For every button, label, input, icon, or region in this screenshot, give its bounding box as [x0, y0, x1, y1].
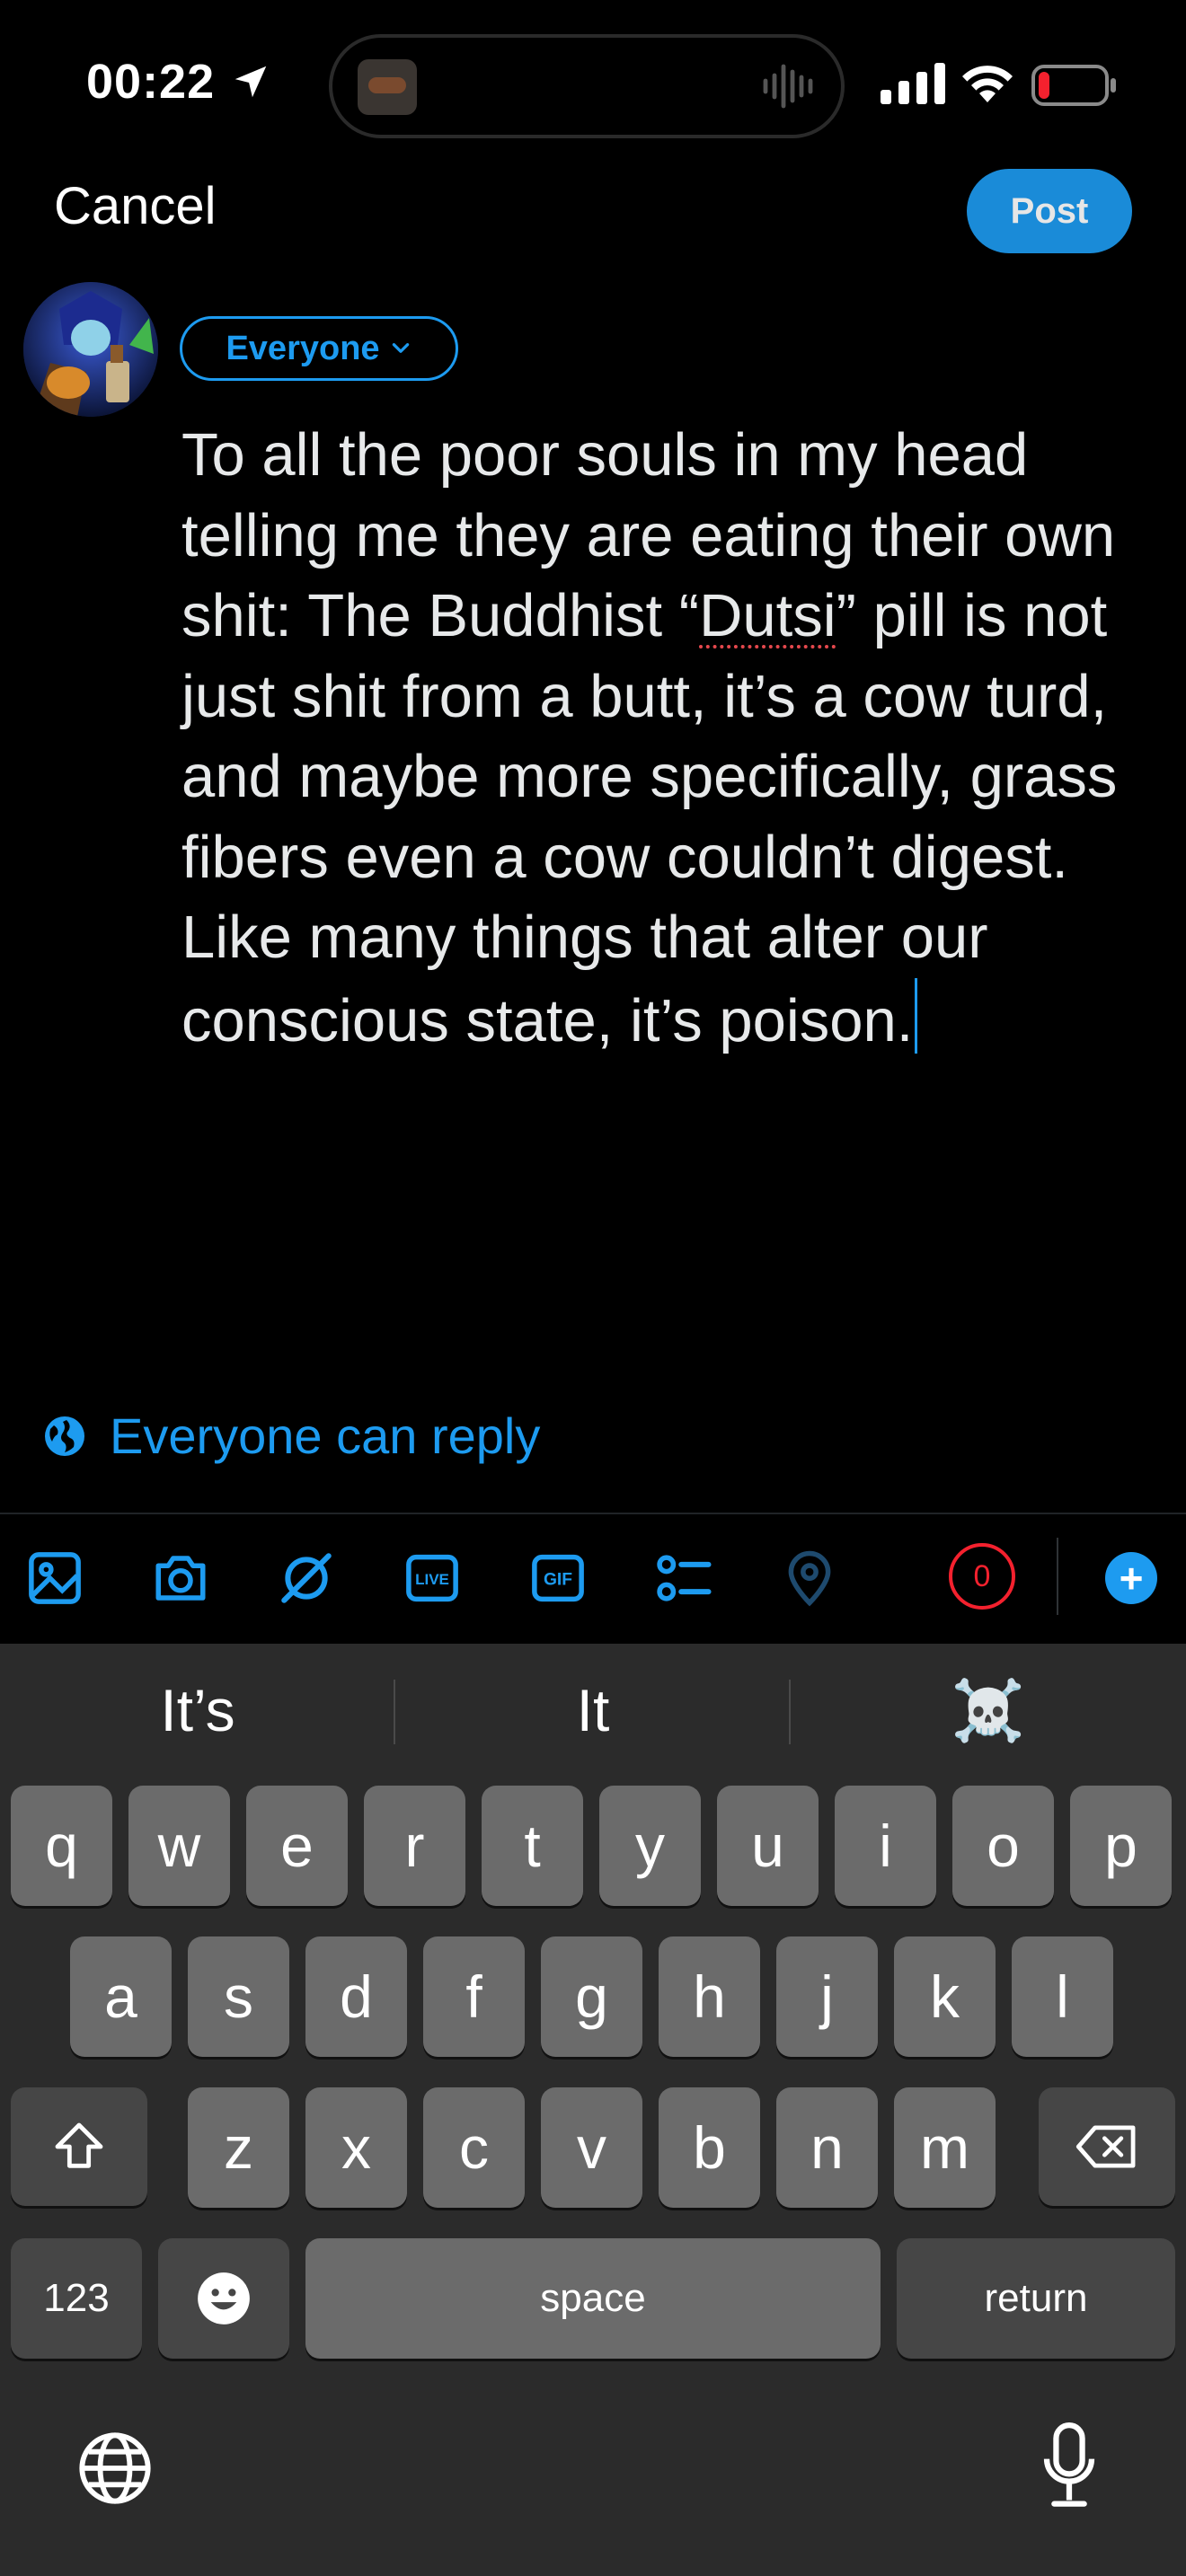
globe-icon[interactable] — [75, 2429, 155, 2508]
backspace-icon — [1075, 2125, 1136, 2168]
key-z[interactable]: z — [188, 2087, 289, 2208]
space-key[interactable]: space — [305, 2238, 881, 2359]
audience-label: Everyone — [226, 329, 380, 367]
location-pin-icon[interactable] — [780, 1548, 839, 1608]
emoji-icon — [198, 2272, 250, 2325]
key-j[interactable]: j — [776, 1936, 878, 2057]
character-counter: 0 — [949, 1543, 1015, 1610]
key-o[interactable]: o — [952, 1786, 1054, 1906]
battery-low-icon — [1031, 65, 1116, 106]
reply-setting-label: Everyone can reply — [110, 1407, 541, 1464]
status-time: 00:22 — [86, 55, 216, 109]
poll-icon[interactable] — [654, 1548, 713, 1608]
now-playing-artwork[interactable] — [358, 59, 417, 115]
key-t[interactable]: t — [482, 1786, 583, 1906]
post-button[interactable]: Post — [967, 169, 1132, 253]
audio-waveform-icon — [763, 64, 813, 109]
toolbar-separator — [1057, 1538, 1058, 1615]
audience-selector-button[interactable]: Everyone — [180, 316, 458, 381]
suggestion-2[interactable]: It — [395, 1676, 791, 1744]
gif-frame: GIF — [532, 1554, 584, 1602]
key-c[interactable]: c — [423, 2087, 525, 2208]
image-icon[interactable] — [25, 1548, 84, 1608]
camera-icon[interactable] — [151, 1548, 210, 1608]
key-p[interactable]: p — [1070, 1786, 1172, 1906]
key-a[interactable]: a — [70, 1936, 172, 2057]
reply-setting-button[interactable]: Everyone can reply — [43, 1407, 540, 1465]
add-post-button[interactable]: + — [1105, 1552, 1157, 1604]
live-frame: LIVE — [406, 1554, 458, 1602]
avatar[interactable] — [23, 282, 158, 417]
live-icon[interactable]: LIVE — [403, 1548, 462, 1608]
key-f[interactable]: f — [423, 1936, 525, 2057]
misspelled-word[interactable]: Dutsi — [699, 582, 836, 649]
gif-icon[interactable]: GIF — [528, 1548, 588, 1608]
key-e[interactable]: e — [246, 1786, 348, 1906]
key-d[interactable]: d — [305, 1936, 407, 2057]
key-v[interactable]: v — [541, 2087, 642, 2208]
key-b[interactable]: b — [659, 2087, 760, 2208]
key-w[interactable]: w — [128, 1786, 230, 1906]
post-text-part: ” pill is not just shit from a butt, it’… — [181, 582, 1118, 1054]
shift-icon — [55, 2122, 103, 2168]
key-u[interactable]: u — [717, 1786, 819, 1906]
key-y[interactable]: y — [599, 1786, 701, 1906]
key-k[interactable]: k — [894, 1936, 996, 2057]
key-m[interactable]: m — [894, 2087, 996, 2208]
text-caret — [915, 977, 918, 1054]
return-key[interactable]: return — [897, 2238, 1175, 2359]
suggestion-3[interactable]: ☠️ — [791, 1676, 1186, 1746]
numbers-key[interactable]: 123 — [11, 2238, 142, 2359]
key-q[interactable]: q — [11, 1786, 112, 1906]
key-s[interactable]: s — [188, 1936, 289, 2057]
suggestion-1[interactable]: It’s — [0, 1676, 395, 1744]
key-h[interactable]: h — [659, 1936, 760, 2057]
chevron-down-icon — [392, 343, 409, 353]
divider — [0, 1513, 1186, 1514]
microphone-icon[interactable] — [1042, 2422, 1096, 2511]
delete-key[interactable] — [1039, 2087, 1175, 2206]
cellular-signal-icon — [881, 63, 945, 104]
grok-icon[interactable] — [277, 1548, 336, 1608]
key-n[interactable]: n — [776, 2087, 878, 2208]
key-r[interactable]: r — [364, 1786, 465, 1906]
live-label: LIVE — [415, 1571, 449, 1588]
emoji-key[interactable] — [158, 2238, 289, 2359]
key-x[interactable]: x — [305, 2087, 407, 2208]
key-i[interactable]: i — [835, 1786, 936, 1906]
wifi-icon — [962, 66, 1013, 102]
location-arrow-icon — [235, 66, 267, 98]
key-g[interactable]: g — [541, 1936, 642, 2057]
globe-icon — [45, 1416, 84, 1456]
post-text-input[interactable]: To all the poor souls in my head telling… — [181, 415, 1179, 1061]
shift-key[interactable] — [11, 2087, 147, 2206]
key-l[interactable]: l — [1012, 1936, 1113, 2057]
gif-label: GIF — [544, 1571, 572, 1590]
avatar-image — [23, 282, 158, 417]
cancel-button[interactable]: Cancel — [54, 176, 217, 236]
